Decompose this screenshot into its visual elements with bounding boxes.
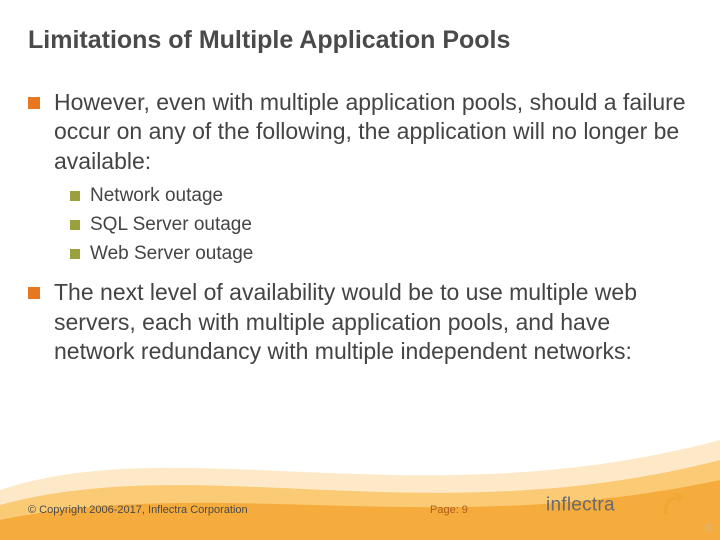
bullet-square-icon <box>70 191 80 201</box>
logo-arrow-icon <box>664 493 684 515</box>
sub-bullet-text: SQL Server outage <box>90 213 252 238</box>
sub-bullet-text: Web Server outage <box>90 242 253 267</box>
copyright-text: © Copyright 2006-2017, Inflectra Corpora… <box>28 504 248 516</box>
slide: Limitations of Multiple Application Pool… <box>0 0 720 540</box>
sub-bullet-text: Network outage <box>90 184 223 209</box>
bullet-text: However, even with multiple application … <box>54 88 692 176</box>
slide-body: However, even with multiple application … <box>28 88 692 375</box>
bullet-text: The next level of availability would be … <box>54 278 692 366</box>
sub-bullet-item: SQL Server outage <box>70 213 692 238</box>
bullet-item: However, even with multiple application … <box>28 88 692 176</box>
bullet-square-icon <box>70 249 80 259</box>
bullet-item: The next level of availability would be … <box>28 278 692 366</box>
bullet-square-icon <box>28 287 40 299</box>
registered-mark: ® <box>705 523 712 534</box>
bullet-square-icon <box>28 97 40 109</box>
sub-bullet-item: Network outage <box>70 184 692 209</box>
logo-wordmark: inflectra <box>546 495 615 516</box>
sub-bullet-item: Web Server outage <box>70 242 692 267</box>
page-number: Page: 9 <box>430 504 468 516</box>
inflectra-logo: inflectra <box>546 486 686 526</box>
slide-title: Limitations of Multiple Application Pool… <box>28 26 510 55</box>
bullet-square-icon <box>70 220 80 230</box>
sub-bullet-list: Network outage SQL Server outage Web Ser… <box>70 184 692 266</box>
